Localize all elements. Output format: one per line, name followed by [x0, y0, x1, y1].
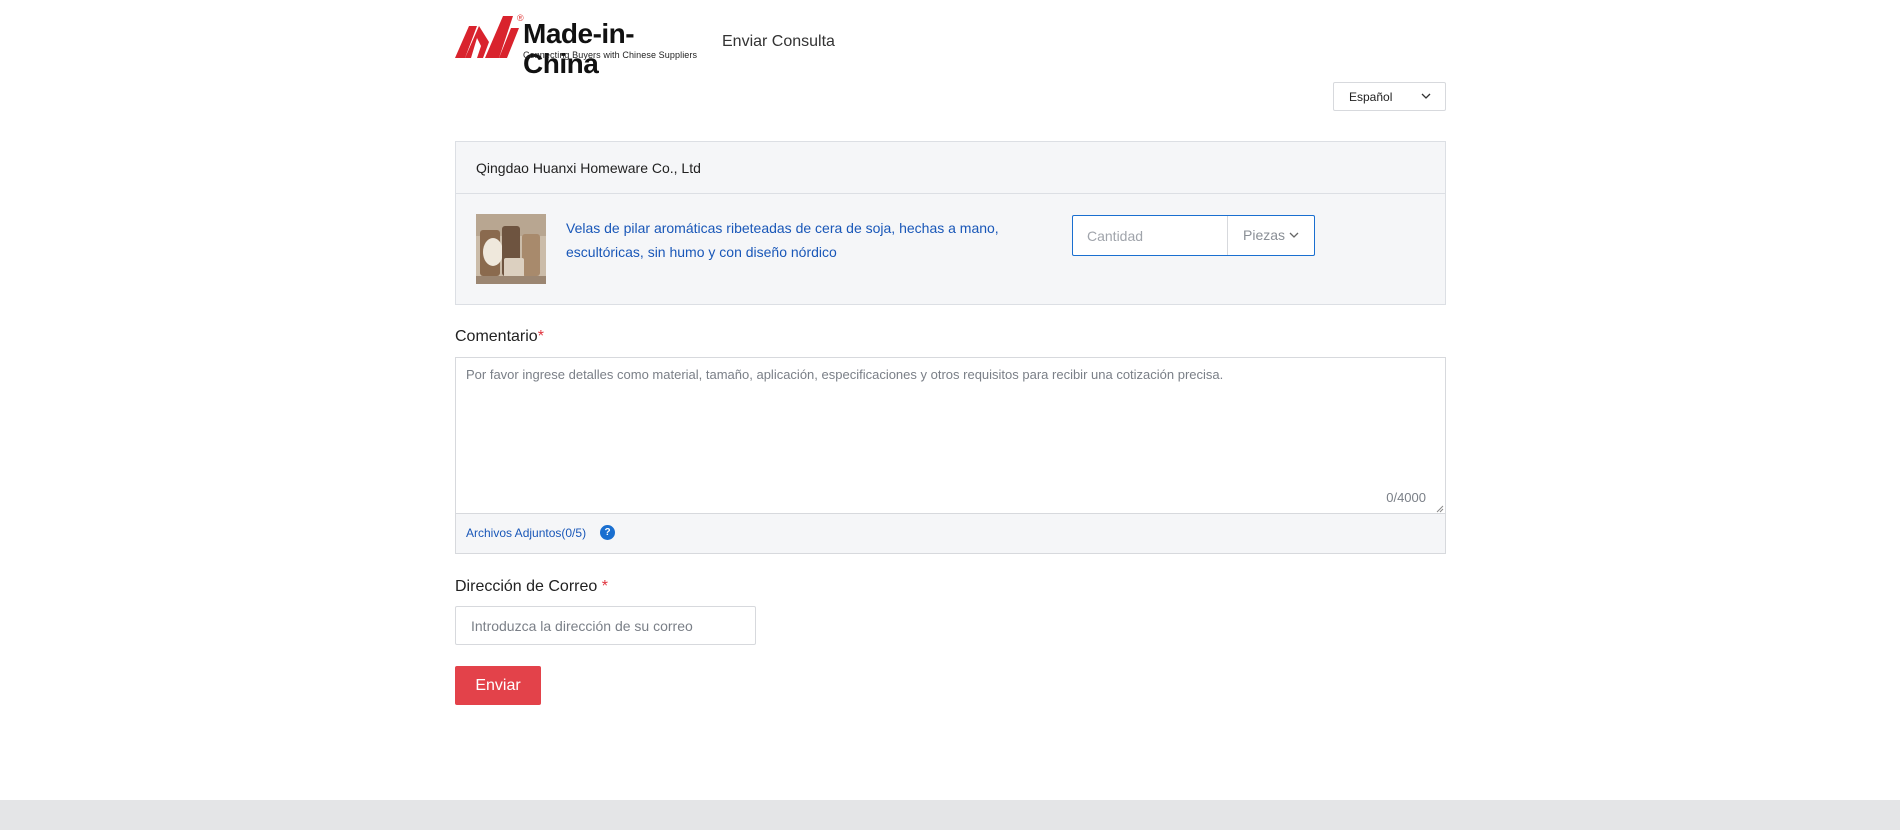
unit-select[interactable]: Piezas — [1227, 216, 1314, 255]
unit-selected-label: Piezas — [1243, 227, 1286, 243]
comment-label-text: Comentario — [455, 328, 538, 345]
attachments-link[interactable]: Archivos Adjuntos(0/5) — [466, 526, 586, 540]
quantity-group: Piezas — [1072, 215, 1315, 256]
required-mark: * — [601, 578, 608, 595]
card-header: Qingdao Huanxi Homeware Co., Ltd — [456, 142, 1445, 194]
card-body: Velas de pilar aromáticas ribeteadas de … — [456, 194, 1445, 304]
attachments-bar: Archivos Adjuntos(0/5) ? — [456, 514, 1445, 553]
quantity-input[interactable] — [1073, 216, 1227, 255]
language-select[interactable]: Español — [1333, 82, 1446, 111]
header: ® Made-in-China Connecting Buyers with C… — [455, 12, 1446, 79]
comment-label: Comentario* — [455, 328, 544, 346]
product-thumbnail[interactable] — [476, 214, 546, 284]
chevron-down-icon — [1421, 93, 1431, 99]
logo-text: Made-in-China — [523, 18, 635, 79]
product-title-link[interactable]: Velas de pilar aromáticas ribeteadas de … — [566, 216, 1036, 264]
email-label-text: Dirección de Correo — [455, 578, 602, 595]
resize-handle-icon[interactable] — [1436, 505, 1444, 513]
comment-textarea[interactable] — [456, 358, 1445, 514]
footer-band — [0, 800, 1900, 830]
char-counter: 0/4000 — [1386, 490, 1426, 505]
email-label: Dirección de Correo * — [455, 578, 608, 596]
supplier-name: Qingdao Huanxi Homeware Co., Ltd — [476, 160, 701, 176]
question-circle-icon[interactable]: ? — [600, 525, 615, 540]
required-mark: * — [537, 328, 544, 345]
logo-tagline: Connecting Buyers with Chinese Suppliers — [523, 50, 698, 60]
email-input[interactable] — [455, 606, 756, 645]
product-card: Qingdao Huanxi Homeware Co., Ltd Velas d… — [455, 141, 1446, 305]
chevron-down-icon — [1289, 232, 1299, 238]
candle-image-icon — [476, 214, 546, 284]
logo[interactable]: ® Made-in-China Connecting Buyers with C… — [455, 12, 701, 79]
language-selected-label: Español — [1349, 90, 1393, 104]
submit-button[interactable]: Enviar — [455, 666, 541, 705]
made-in-china-logo-icon — [455, 16, 519, 58]
page-title: Enviar Consulta — [722, 33, 835, 50]
comment-box: 0/4000 Archivos Adjuntos(0/5) ? — [455, 357, 1446, 554]
